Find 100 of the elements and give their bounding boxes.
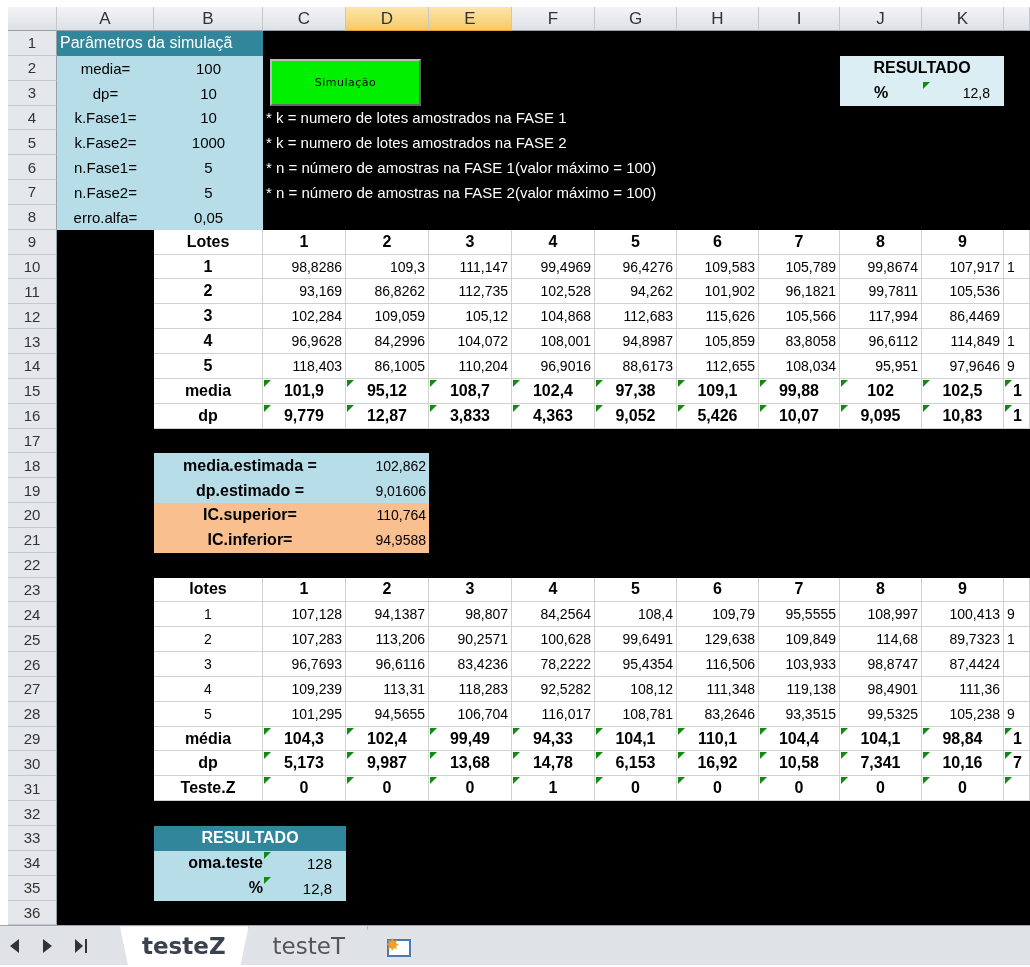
- column-label: 2: [346, 577, 429, 603]
- row-header[interactable]: 30: [8, 751, 57, 777]
- row-header[interactable]: 11: [8, 279, 57, 305]
- table-cell: 95,951: [840, 353, 922, 379]
- table-cell: 101,9: [263, 378, 346, 404]
- row-header[interactable]: 2: [8, 55, 57, 81]
- row-header[interactable]: 15: [8, 378, 57, 404]
- row-header[interactable]: 14: [8, 353, 57, 379]
- table-cell: [1004, 652, 1030, 677]
- column-header[interactable]: K: [922, 7, 1004, 31]
- table-cell: 1: [1004, 329, 1030, 354]
- table-cell: 86,1005: [346, 353, 429, 379]
- table-cell: 105,536: [922, 279, 1004, 305]
- next-sheet-icon[interactable]: [42, 938, 52, 953]
- row-header[interactable]: 20: [8, 503, 57, 528]
- row-label: 4: [154, 676, 263, 702]
- sheet-tab[interactable]: testeZ: [120, 926, 249, 966]
- table-cell: 103,933: [759, 652, 840, 677]
- row-header[interactable]: 22: [8, 552, 57, 578]
- row-header[interactable]: 4: [8, 105, 57, 131]
- row-header[interactable]: 36: [8, 900, 57, 926]
- column-header[interactable]: H: [677, 7, 759, 31]
- table-cell: 84,2996: [346, 329, 429, 354]
- table-cell: 0: [759, 776, 840, 802]
- row-header[interactable]: 8: [8, 204, 57, 230]
- row-header[interactable]: 17: [8, 428, 57, 454]
- simulate-button[interactable]: Simulação: [270, 58, 421, 106]
- table-cell: 83,2646: [677, 701, 759, 727]
- column-header[interactable]: E: [429, 7, 512, 31]
- table-cell: 115,626: [677, 304, 759, 330]
- table-cell: 5,426: [677, 403, 759, 429]
- table-cell: 109,583: [677, 254, 759, 280]
- row-header[interactable]: 3: [8, 80, 57, 106]
- table-cell: 9,095: [840, 403, 922, 429]
- table-cell: 94,262: [595, 279, 677, 305]
- table-cell: 110,204: [429, 353, 512, 379]
- last-sheet-icon[interactable]: [74, 938, 88, 953]
- table-cell: 96,9016: [512, 353, 595, 379]
- column-label: 7: [759, 229, 840, 255]
- row-header[interactable]: 24: [8, 602, 57, 628]
- table-cell: 99,5325: [840, 701, 922, 727]
- table-cell: 100,628: [512, 627, 595, 653]
- table-cell: 78,2222: [512, 652, 595, 677]
- column-header[interactable]: G: [595, 7, 677, 31]
- row-header[interactable]: 6: [8, 155, 57, 181]
- row-header[interactable]: 32: [8, 801, 57, 826]
- row-header[interactable]: 21: [8, 527, 57, 553]
- row-header[interactable]: 9: [8, 229, 57, 255]
- row-header[interactable]: 35: [8, 875, 57, 901]
- estimate-label: IC.superior=: [154, 503, 346, 528]
- row-header[interactable]: 34: [8, 850, 57, 876]
- row-header[interactable]: 5: [8, 130, 57, 156]
- row-header[interactable]: 12: [8, 304, 57, 330]
- note-text: * k = numero de lotes amostrados na FASE 2: [265, 133, 568, 154]
- estimate-label: IC.inferior=: [154, 527, 346, 553]
- column-header[interactable]: I: [759, 7, 840, 31]
- row-header[interactable]: 31: [8, 776, 57, 802]
- row-header[interactable]: 28: [8, 701, 57, 727]
- previous-sheet-icon[interactable]: [10, 938, 20, 953]
- table-cell: 5,173: [263, 751, 346, 777]
- row-header[interactable]: 26: [8, 652, 57, 677]
- row-header[interactable]: 18: [8, 453, 57, 479]
- row-label: 4: [154, 329, 263, 354]
- table-cell: 113,206: [346, 627, 429, 653]
- table-cell: 97,38: [595, 378, 677, 404]
- column-header[interactable]: D: [346, 7, 429, 31]
- row-label: media: [154, 378, 263, 404]
- row-header[interactable]: 29: [8, 726, 57, 752]
- section-title: Parâmetros da simulaçã: [57, 31, 263, 56]
- table-cell: 100,413: [922, 602, 1004, 628]
- column-header[interactable]: C: [263, 7, 346, 31]
- table-cell: 83,4236: [429, 652, 512, 677]
- column-label: 9: [922, 229, 1004, 255]
- row-header[interactable]: 27: [8, 676, 57, 702]
- table-cell: n.Fase1=: [57, 155, 154, 181]
- table-cell: 96,6112: [840, 329, 922, 354]
- row-header[interactable]: 7: [8, 180, 57, 205]
- row-header[interactable]: 25: [8, 627, 57, 653]
- column-header[interactable]: A: [57, 7, 154, 31]
- table-cell: 107,128: [263, 602, 346, 628]
- column-header[interactable]: B: [154, 7, 263, 31]
- row-label: média: [154, 726, 263, 752]
- row-header[interactable]: 19: [8, 478, 57, 504]
- row-header[interactable]: 13: [8, 329, 57, 354]
- table-cell: 119,138: [759, 676, 840, 702]
- row-header[interactable]: 16: [8, 403, 57, 429]
- column-header[interactable]: F: [512, 7, 595, 31]
- table-cell: 12,87: [346, 403, 429, 429]
- table-cell: [1004, 676, 1030, 702]
- column-header[interactable]: J: [840, 7, 922, 31]
- note-text: * k = numero de lotes amostrados na FASE 1: [265, 108, 568, 129]
- table-cell: 10,83: [922, 403, 1004, 429]
- row-header[interactable]: 23: [8, 577, 57, 603]
- table-cell: n.Fase2=: [57, 180, 154, 205]
- table-cell: 0: [595, 776, 677, 802]
- row-header[interactable]: 10: [8, 254, 57, 280]
- table-cell: 0: [263, 776, 346, 802]
- row-header[interactable]: 1: [8, 31, 57, 56]
- row-header[interactable]: 33: [8, 826, 57, 851]
- table-cell: 98,8286: [263, 254, 346, 280]
